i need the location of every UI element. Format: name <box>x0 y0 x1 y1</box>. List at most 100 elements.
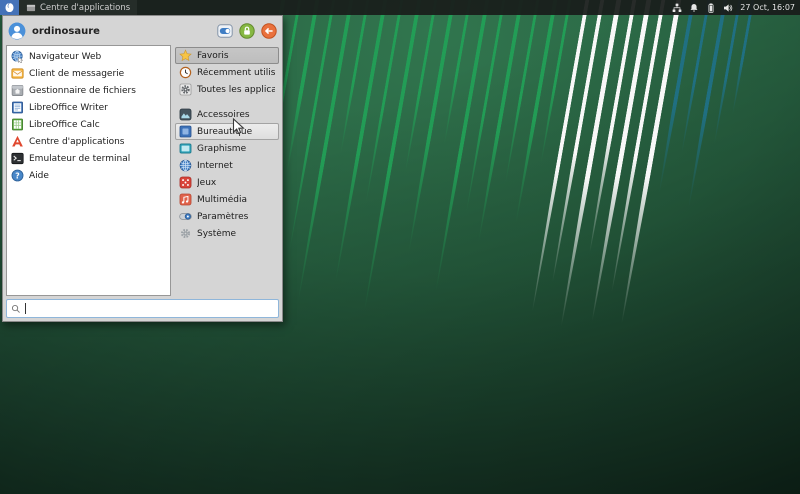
favorite-item-centre-d-applications[interactable]: Centre d'applications <box>7 133 170 150</box>
search-input[interactable] <box>30 304 274 314</box>
wallpaper-stripe <box>465 0 506 213</box>
whisker-menu: ordinosaure Navigateur Web Client de mess… <box>2 15 283 322</box>
category-item-bureautique[interactable]: Bureautique <box>175 123 279 140</box>
category-item-jeux[interactable]: Jeux <box>175 174 279 191</box>
category-list: Favoris Récemment utilisées Toutes les app… <box>175 45 279 296</box>
item-label: Navigateur Web <box>29 52 101 62</box>
wallpaper-stripe <box>339 0 370 154</box>
accessories-icon <box>179 108 192 121</box>
wallpaper-stripe <box>504 0 540 183</box>
window-title: Centre d'applications <box>40 3 130 13</box>
wallpaper-stripe <box>285 0 320 174</box>
recent-clock-icon <box>179 66 192 79</box>
wallpaper-stripe <box>610 0 666 292</box>
all-apps-icon <box>179 83 192 96</box>
item-label: Aide <box>29 171 49 181</box>
lock-icon <box>239 23 255 39</box>
category-item-parametres[interactable]: Paramètres <box>175 208 279 225</box>
item-label: Favoris <box>197 51 229 61</box>
item-label: Toutes les applications <box>197 85 275 95</box>
item-label: LibreOffice Writer <box>29 103 108 113</box>
wallpaper-stripe <box>619 0 682 323</box>
category-item-favoris[interactable]: Favoris <box>175 47 279 64</box>
window-icon <box>26 0 36 17</box>
item-label: Centre d'applications <box>29 137 124 147</box>
search-icon <box>11 299 21 318</box>
item-label: Internet <box>197 161 233 171</box>
window-list-button[interactable]: Centre d'applications <box>19 0 137 15</box>
top-panel: Centre d'applications 27 Oct, 16:07 <box>0 0 800 15</box>
graphics-icon <box>179 142 192 155</box>
search-box[interactable] <box>6 299 279 318</box>
item-label: Jeux <box>197 178 216 188</box>
item-label: Gestionnaire de fichiers <box>29 86 136 96</box>
lock-screen-button[interactable] <box>239 23 255 39</box>
category-item-graphisme[interactable]: Graphisme <box>175 140 279 157</box>
logout-arrow-icon <box>261 23 277 39</box>
favorite-item-libreoffice-writer[interactable]: LibreOffice Writer <box>7 99 170 116</box>
multimedia-icon <box>179 193 192 206</box>
network-icon[interactable] <box>672 3 682 13</box>
item-label: LibreOffice Calc <box>29 120 100 130</box>
clock[interactable]: 27 Oct, 16:07 <box>740 3 795 12</box>
category-item-recemment-utilisees[interactable]: Récemment utilisées <box>175 64 279 81</box>
svg-text:?: ? <box>15 171 19 180</box>
toggle-icon <box>217 23 233 39</box>
category-item-internet[interactable]: Internet <box>175 157 279 174</box>
category-item-systeme[interactable]: Système <box>175 225 279 242</box>
favorite-item-emulateur-de-terminal[interactable]: Émulateur de terminal <box>7 150 170 167</box>
battery-icon[interactable] <box>706 3 716 13</box>
favorite-item-navigateur-web[interactable]: Navigateur Web <box>7 48 170 65</box>
help-icon: ? <box>11 169 24 182</box>
logout-button[interactable] <box>261 23 277 39</box>
mail-icon <box>11 67 24 80</box>
desktop: Centre d'applications 27 Oct, 16:07 ordi… <box>0 0 800 494</box>
item-label: Graphisme <box>197 144 246 154</box>
internet-icon <box>179 159 192 172</box>
applications-menu-button[interactable] <box>0 0 19 15</box>
wallpaper-stripe <box>713 0 742 144</box>
office-icon <box>179 125 192 138</box>
menu-header: ordinosaure <box>6 19 279 43</box>
xubuntu-mouse-icon <box>4 0 15 17</box>
wallpaper-stripe <box>540 0 572 164</box>
item-label: Multimédia <box>197 195 247 205</box>
writer-icon <box>11 101 24 114</box>
wallpaper-stripe <box>731 0 755 114</box>
terminal-icon <box>11 152 24 165</box>
category-item-accessoires[interactable]: Accessoires <box>175 106 279 123</box>
username: ordinosaure <box>32 26 211 37</box>
wallpaper-stripe <box>590 0 652 321</box>
wallpaper-stripe <box>559 0 622 326</box>
favorite-item-aide[interactable]: ? Aide <box>7 167 170 184</box>
favorites-list: Navigateur Web Client de messagerie Gestio… <box>6 45 171 296</box>
system-icon <box>179 227 192 240</box>
volume-icon[interactable] <box>723 3 733 13</box>
item-label: Récemment utilisées <box>197 68 275 78</box>
item-label: Paramètres <box>197 212 248 222</box>
item-label: Émulateur de terminal <box>29 154 130 164</box>
favorite-item-libreoffice-calc[interactable]: LibreOffice Calc <box>7 116 170 133</box>
user-avatar-icon <box>8 22 26 40</box>
file-manager-icon <box>11 84 24 97</box>
text-caret <box>25 303 26 314</box>
games-icon <box>179 176 192 189</box>
mouse-cursor <box>232 118 245 141</box>
wallpaper-stripe <box>514 0 558 223</box>
star-icon <box>179 49 192 62</box>
web-browser-icon <box>11 50 24 63</box>
favorite-item-client-de-messagerie[interactable]: Client de messagerie <box>7 65 170 82</box>
category-item-multimedia[interactable]: Multimédia <box>175 191 279 208</box>
wallpaper-stripe <box>404 0 438 174</box>
settings-icon <box>179 210 192 223</box>
app-center-icon <box>11 135 24 148</box>
notifications-icon[interactable] <box>689 3 699 13</box>
settings-manager-button[interactable] <box>217 23 233 39</box>
system-tray: 27 Oct, 16:07 <box>672 3 800 13</box>
item-label: Client de messagerie <box>29 69 124 79</box>
category-item-toutes-les-applications[interactable]: Toutes les applications <box>175 81 279 98</box>
item-label: Système <box>197 229 236 239</box>
calc-icon <box>11 118 24 131</box>
wallpaper-stripe <box>680 0 711 154</box>
favorite-item-gestionnaire-de-fichiers[interactable]: Gestionnaire de fichiers <box>7 82 170 99</box>
